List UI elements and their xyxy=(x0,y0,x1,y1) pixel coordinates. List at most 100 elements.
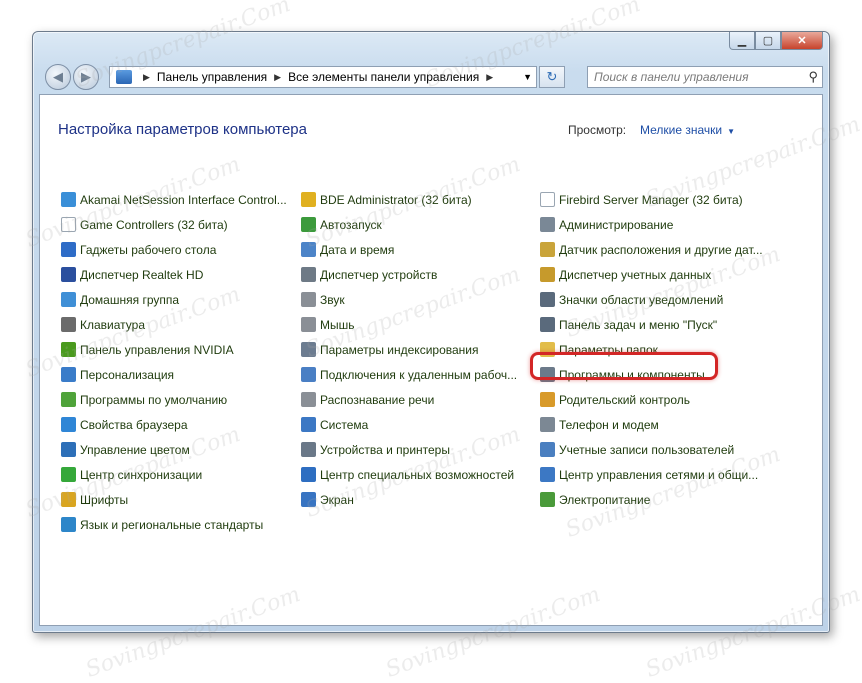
globe-icon xyxy=(61,517,76,532)
control-panel-item[interactable]: Учетные записи пользователей xyxy=(540,437,763,462)
sync-icon xyxy=(61,467,76,482)
control-panel-icon xyxy=(116,70,132,84)
control-panel-item[interactable]: Домашняя группа xyxy=(61,287,287,312)
control-panel-item-label: Значки области уведомлений xyxy=(559,292,724,307)
forward-button[interactable]: ▶ xyxy=(73,64,99,90)
control-panel-item[interactable]: Панель задач и меню "Пуск" xyxy=(540,312,763,337)
clock-icon xyxy=(301,242,316,257)
highlight-frame xyxy=(530,352,718,380)
control-panel-item[interactable]: Центр специальных возможностей xyxy=(301,462,517,487)
control-panel-item-label: Управление цветом xyxy=(80,442,190,457)
control-panel-item[interactable]: Персонализация xyxy=(61,362,287,387)
control-panel-item[interactable]: Подключения к удаленным рабоч... xyxy=(301,362,517,387)
control-panel-item[interactable]: Свойства браузера xyxy=(61,412,287,437)
control-panel-item[interactable]: Параметры индексирования xyxy=(301,337,517,362)
control-panel-item-label: Программы по умолчанию xyxy=(80,392,228,407)
control-panel-item-label: BDE Administrator (32 бита) xyxy=(320,192,472,207)
control-panel-item-label: Распознавание речи xyxy=(320,392,435,407)
back-arrow-icon: ◀ xyxy=(53,69,63,84)
forward-arrow-icon: ▶ xyxy=(81,69,91,84)
search-input[interactable]: Поиск в панели управления ⚲ xyxy=(587,66,823,88)
control-panel-item[interactable]: Родительский контроль xyxy=(540,387,763,412)
address-dropdown-icon[interactable]: ▼ xyxy=(523,72,532,82)
display-icon xyxy=(301,492,316,507)
control-panel-item[interactable]: Akamai NetSession Interface Control... xyxy=(61,187,287,212)
control-panel-item[interactable]: BDE Administrator (32 бита) xyxy=(301,187,517,212)
control-panel-item[interactable]: Мышь xyxy=(301,312,517,337)
breadcrumb-control-panel[interactable]: Панель управления xyxy=(157,70,267,84)
control-panel-item[interactable]: Электропитание xyxy=(540,487,763,512)
control-panel-item[interactable]: Диспетчер Realtek HD xyxy=(61,262,287,287)
minimize-button[interactable]: ▁ xyxy=(729,32,755,50)
phone-icon xyxy=(540,417,555,432)
control-panel-item[interactable]: Устройства и принтеры xyxy=(301,437,517,462)
control-panel-item[interactable]: Firebird Server Manager (32 бита) xyxy=(540,187,763,212)
homegroup-icon xyxy=(61,292,76,307)
back-button[interactable]: ◀ xyxy=(45,64,71,90)
autoplay-icon xyxy=(301,217,316,232)
indexing-icon xyxy=(301,342,316,357)
control-panel-item-label: Датчик расположения и другие дат... xyxy=(559,242,763,257)
control-panel-item[interactable]: Клавиатура xyxy=(61,312,287,337)
address-bar[interactable]: ▶ Панель управления ▶ Все элементы панел… xyxy=(109,66,537,88)
chevron-right-icon[interactable]: ▶ xyxy=(143,72,150,83)
admin-tools-icon xyxy=(540,217,555,232)
breadcrumb-all-items[interactable]: Все элементы панели управления xyxy=(288,70,479,84)
control-panel-item[interactable]: Система xyxy=(301,412,517,437)
gadgets-icon xyxy=(61,242,76,257)
chevron-right-icon[interactable]: ▶ xyxy=(486,72,493,83)
control-panel-item[interactable]: Язык и региональные стандарты xyxy=(61,512,287,537)
chevron-down-icon[interactable]: ▼ xyxy=(727,127,735,136)
control-panel-item[interactable]: Управление цветом xyxy=(61,437,287,462)
control-panel-item[interactable]: Game Controllers (32 бита) xyxy=(61,212,287,237)
keyboard-icon xyxy=(61,317,76,332)
microphone-icon xyxy=(301,392,316,407)
refresh-button[interactable]: ↻ xyxy=(539,66,565,88)
remote-desktop-icon xyxy=(301,367,316,382)
control-panel-item-label: Диспетчер учетных данных xyxy=(559,267,712,282)
control-panel-item-label: Game Controllers (32 бита) xyxy=(80,217,228,232)
control-panel-item-label: Домашняя группа xyxy=(80,292,180,307)
default-programs-icon xyxy=(61,392,76,407)
control-panel-item-label: Панель управления NVIDIA xyxy=(80,342,234,357)
control-panel-item[interactable]: Дата и время xyxy=(301,237,517,262)
view-mode-value[interactable]: Мелкие значки xyxy=(640,123,722,137)
control-panel-item[interactable]: Диспетчер учетных данных xyxy=(540,262,763,287)
control-panel-item[interactable]: Датчик расположения и другие дат... xyxy=(540,237,763,262)
control-panel-item[interactable]: Центр синхронизации xyxy=(61,462,287,487)
control-panel-item-label: Электропитание xyxy=(559,492,651,507)
control-panel-item[interactable]: Распознавание речи xyxy=(301,387,517,412)
items-column-3: Firebird Server Manager (32 бита) Админис… xyxy=(540,187,763,512)
nvidia-icon xyxy=(61,342,76,357)
control-panel-item[interactable]: Программы по умолчанию xyxy=(61,387,287,412)
maximize-button[interactable]: ▢ xyxy=(755,32,781,50)
control-panel-item[interactable]: Телефон и модем xyxy=(540,412,763,437)
chevron-right-icon[interactable]: ▶ xyxy=(274,72,281,83)
control-panel-item[interactable]: Звук xyxy=(301,287,517,312)
control-panel-item[interactable]: Центр управления сетями и общи... xyxy=(540,462,763,487)
control-panel-item[interactable]: Панель управления NVIDIA xyxy=(61,337,287,362)
search-placeholder: Поиск в панели управления xyxy=(594,70,749,84)
control-panel-item[interactable]: Гаджеты рабочего стола xyxy=(61,237,287,262)
personalization-icon xyxy=(61,367,76,382)
control-panel-item-label: Автозапуск xyxy=(320,217,382,232)
search-icon[interactable]: ⚲ xyxy=(808,69,818,85)
control-panel-item[interactable]: Значки области уведомлений xyxy=(540,287,763,312)
control-panel-item-label: Администрирование xyxy=(559,217,674,232)
close-button[interactable]: ✕ xyxy=(781,32,823,50)
control-panel-window: ▁ ▢ ✕ ◀ ▶ ▶ Панель управления ▶ Все элем… xyxy=(32,31,830,633)
control-panel-item[interactable]: Автозапуск xyxy=(301,212,517,237)
control-panel-item-label: Диспетчер Realtek HD xyxy=(80,267,204,282)
control-panel-item-label: Мышь xyxy=(320,317,355,332)
control-panel-item-label: Центр специальных возможностей xyxy=(320,467,515,482)
control-panel-item[interactable]: Диспетчер устройств xyxy=(301,262,517,287)
control-panel-item[interactable]: Экран xyxy=(301,487,517,512)
content-pane: Настройка параметров компьютера Просмотр… xyxy=(39,94,823,626)
color-management-icon xyxy=(61,442,76,457)
printer-icon xyxy=(301,442,316,457)
control-panel-item[interactable]: Администрирование xyxy=(540,212,763,237)
control-panel-item[interactable]: Шрифты xyxy=(61,487,287,512)
browser-icon xyxy=(61,417,76,432)
view-mode-dropdown[interactable]: Мелкие значки ▼ xyxy=(640,123,735,137)
document-icon xyxy=(540,192,555,207)
